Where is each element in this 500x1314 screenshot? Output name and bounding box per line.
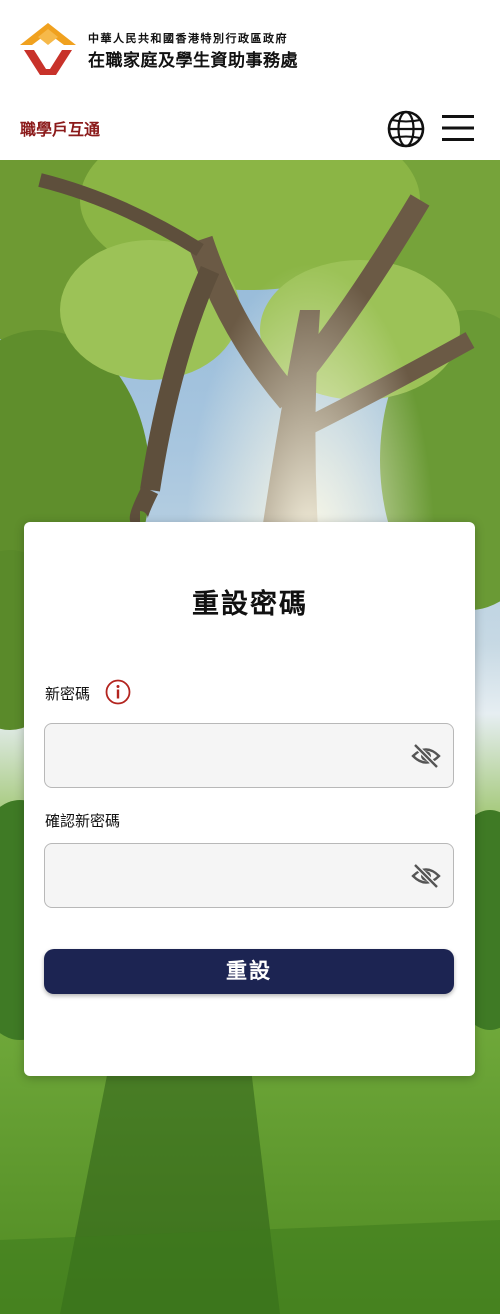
confirm-password-label: 確認新密碼 [45,812,121,830]
globe-icon[interactable] [386,109,426,149]
confirm-password-field [44,843,454,908]
portal-link[interactable]: 職學戶互通 [20,116,100,140]
info-icon[interactable] [105,679,131,705]
new-password-label: 新密碼 [45,685,91,703]
agency-logo [20,23,76,75]
site-header: 中華人民共和國香港特別行政區政府 在職家庭及學生資助事務處 職學戶互通 [0,0,500,160]
hamburger-menu-icon[interactable] [440,110,476,146]
new-password-field [44,723,454,788]
eye-off-icon[interactable] [411,742,441,770]
confirm-password-input[interactable] [59,844,399,907]
eye-off-icon[interactable] [411,862,441,890]
new-password-input[interactable] [59,724,399,787]
page-title: 重設密碼 [192,589,308,620]
reset-button[interactable]: 重設 [44,949,454,994]
government-name: 中華人民共和國香港特別行政區政府 [88,32,288,45]
agency-name: 在職家庭及學生資助事務處 [88,51,298,71]
